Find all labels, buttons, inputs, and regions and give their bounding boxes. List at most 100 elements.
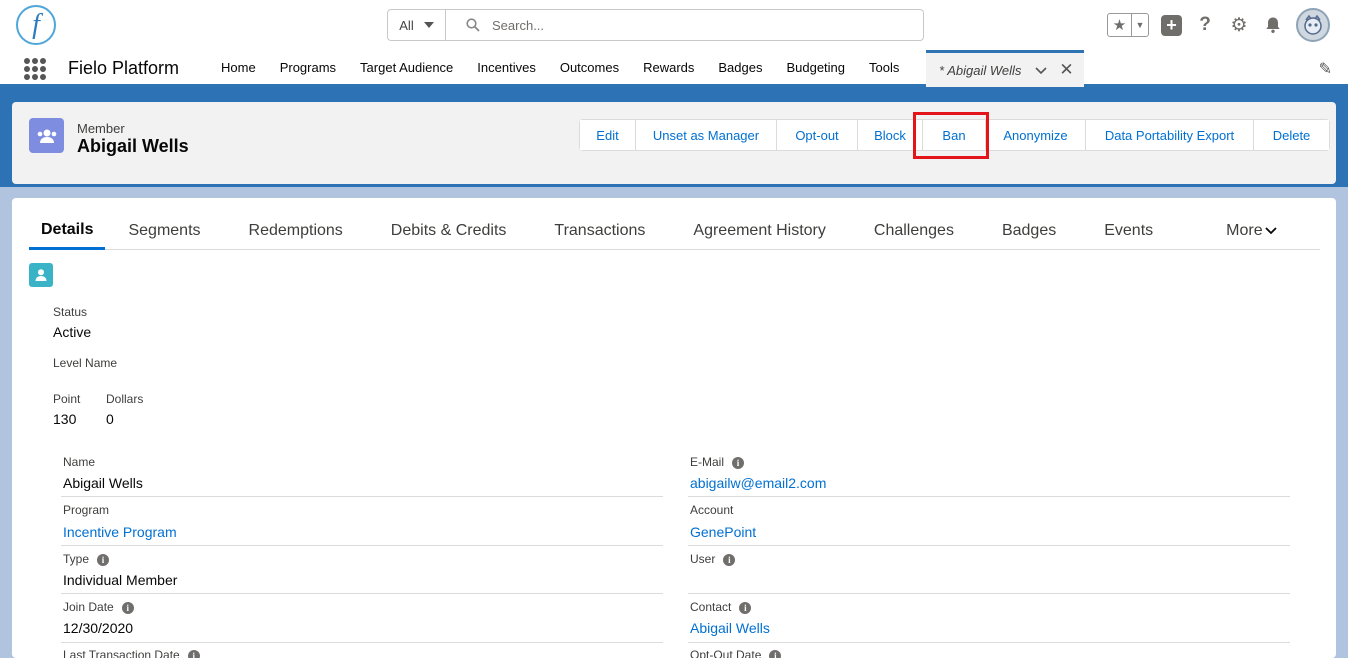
contact-label: Contact	[690, 600, 732, 614]
ban-button[interactable]: Ban	[923, 120, 986, 150]
nav-item-tools[interactable]: Tools	[857, 50, 911, 84]
info-icon[interactable]: i	[732, 456, 745, 469]
user-field-label: User i	[690, 552, 736, 566]
email-label: E-Mail	[690, 455, 725, 469]
info-icon[interactable]: i	[187, 649, 200, 658]
chevron-down-icon	[1264, 227, 1277, 235]
field-divider	[688, 593, 1290, 594]
tab-badges[interactable]: Badges	[1002, 212, 1056, 250]
point-value: 130	[53, 411, 77, 427]
chevron-down-icon	[423, 22, 434, 28]
tab-more[interactable]: More	[1226, 212, 1277, 250]
favorites-star-icon[interactable]: ★	[1108, 14, 1132, 36]
program-link[interactable]: Incentive Program	[63, 524, 177, 540]
info-icon[interactable]: i	[769, 649, 782, 658]
type-field-label: Type i	[63, 552, 110, 566]
app-navigation-bar: Fielo Platform Home Programs Target Audi…	[0, 50, 1348, 87]
tab-segments[interactable]: Segments	[128, 212, 200, 250]
edit-nav-pencil-icon[interactable]: ✎	[1319, 59, 1332, 79]
level-name-label: Level Name	[53, 356, 118, 370]
search-scope-dropdown[interactable]: All	[388, 10, 446, 40]
nav-item-incentives[interactable]: Incentives	[465, 50, 548, 84]
contact-link[interactable]: Abigail Wells	[690, 620, 770, 636]
field-divider	[61, 593, 663, 594]
record-highlights-panel: Member Abigail Wells Edit Unset as Manag…	[12, 102, 1336, 184]
member-contact-icon	[29, 263, 53, 287]
name-value: Abigail Wells	[63, 475, 143, 491]
favorites-caret-icon[interactable]: ▼	[1132, 14, 1148, 36]
tab-redemptions[interactable]: Redemptions	[249, 212, 343, 250]
nav-items: Home Programs Target Audience Incentives…	[209, 50, 911, 84]
info-icon[interactable]: i	[723, 553, 736, 566]
name-label: Name	[63, 455, 96, 469]
nav-tab-label: * Abigail Wells	[939, 62, 1022, 78]
user-avatar[interactable]	[1296, 8, 1330, 42]
nav-item-target-audience[interactable]: Target Audience	[348, 50, 465, 84]
block-button[interactable]: Block	[858, 120, 923, 150]
field-divider	[61, 545, 663, 546]
join-date-value: 12/30/2020	[63, 620, 134, 636]
search-icon	[466, 18, 480, 32]
nav-item-budgeting[interactable]: Budgeting	[774, 50, 857, 84]
field-divider	[688, 496, 1290, 497]
unset-as-manager-button[interactable]: Unset as Manager	[636, 120, 777, 150]
record-detail-card: Details Segments Redemptions Debits & Cr…	[12, 198, 1336, 658]
point-label: Point	[53, 392, 81, 406]
info-icon[interactable]: i	[121, 601, 134, 614]
program-label: Program	[63, 503, 110, 517]
global-header: f All ★ ▼ + ? ⚙	[0, 0, 1348, 50]
nav-tab-abigail-wells[interactable]: * Abigail Wells ✕	[926, 50, 1084, 87]
tab-agreement-history[interactable]: Agreement History	[693, 212, 826, 250]
fielo-logo[interactable]: f	[16, 5, 56, 45]
search-input[interactable]	[492, 17, 892, 33]
data-portability-export-button[interactable]: Data Portability Export	[1086, 120, 1254, 150]
anonymize-button[interactable]: Anonymize	[986, 120, 1086, 150]
chevron-down-icon[interactable]	[1035, 63, 1047, 78]
account-label: Account	[690, 503, 734, 517]
favorites-button-group[interactable]: ★ ▼	[1107, 13, 1149, 37]
info-icon[interactable]: i	[739, 601, 752, 614]
type-label: Type	[63, 552, 90, 566]
global-search: All	[387, 9, 924, 41]
user-label: User	[690, 552, 716, 566]
info-icon[interactable]: i	[97, 553, 110, 566]
search-field	[446, 10, 923, 40]
nav-item-home[interactable]: Home	[209, 50, 268, 84]
close-icon[interactable]: ✕	[1059, 60, 1073, 80]
status-label: Status	[53, 305, 88, 319]
join-date-field-label: Join Date i	[63, 600, 134, 614]
nav-item-outcomes[interactable]: Outcomes	[548, 50, 631, 84]
record-actions: Edit Unset as Manager Opt-out Block Ban …	[579, 119, 1330, 151]
nav-item-rewards[interactable]: Rewards	[631, 50, 706, 84]
add-icon[interactable]: +	[1161, 14, 1182, 36]
edit-button[interactable]: Edit	[580, 120, 636, 150]
nav-item-badges[interactable]: Badges	[706, 50, 774, 84]
nav-item-programs[interactable]: Programs	[268, 50, 348, 84]
last-transaction-date-label: Last Transaction Date	[63, 648, 180, 658]
help-icon[interactable]: ?	[1194, 14, 1216, 36]
type-value: Individual Member	[63, 572, 178, 588]
setup-gear-icon[interactable]: ⚙	[1228, 14, 1250, 36]
app-launcher-icon[interactable]	[24, 58, 46, 80]
field-divider	[688, 642, 1290, 643]
tab-transactions[interactable]: Transactions	[554, 212, 645, 250]
notification-bell-icon[interactable]	[1262, 14, 1284, 36]
tab-debits-credits[interactable]: Debits & Credits	[391, 212, 507, 250]
opt-out-date-field-label: Opt-Out Date i	[690, 648, 782, 658]
account-link[interactable]: GenePoint	[690, 524, 756, 540]
record-type-label: Member	[77, 121, 125, 136]
search-scope-label: All	[399, 17, 414, 33]
field-divider	[61, 496, 663, 497]
email-link[interactable]: abigailw@email2.com	[690, 475, 826, 491]
header-utility-icons: ★ ▼ + ? ⚙	[1107, 8, 1330, 42]
tab-more-label: More	[1226, 222, 1263, 239]
opt-out-date-label: Opt-Out Date	[690, 648, 762, 658]
record-tabs: Details Segments Redemptions Debits & Cr…	[29, 212, 1320, 250]
tab-challenges[interactable]: Challenges	[874, 212, 954, 250]
dollars-label: Dollars	[106, 392, 144, 406]
delete-button[interactable]: Delete	[1254, 120, 1329, 150]
tab-events[interactable]: Events	[1104, 212, 1153, 250]
tab-details[interactable]: Details	[29, 212, 106, 250]
field-divider	[688, 545, 1290, 546]
opt-out-button[interactable]: Opt-out	[777, 120, 858, 150]
